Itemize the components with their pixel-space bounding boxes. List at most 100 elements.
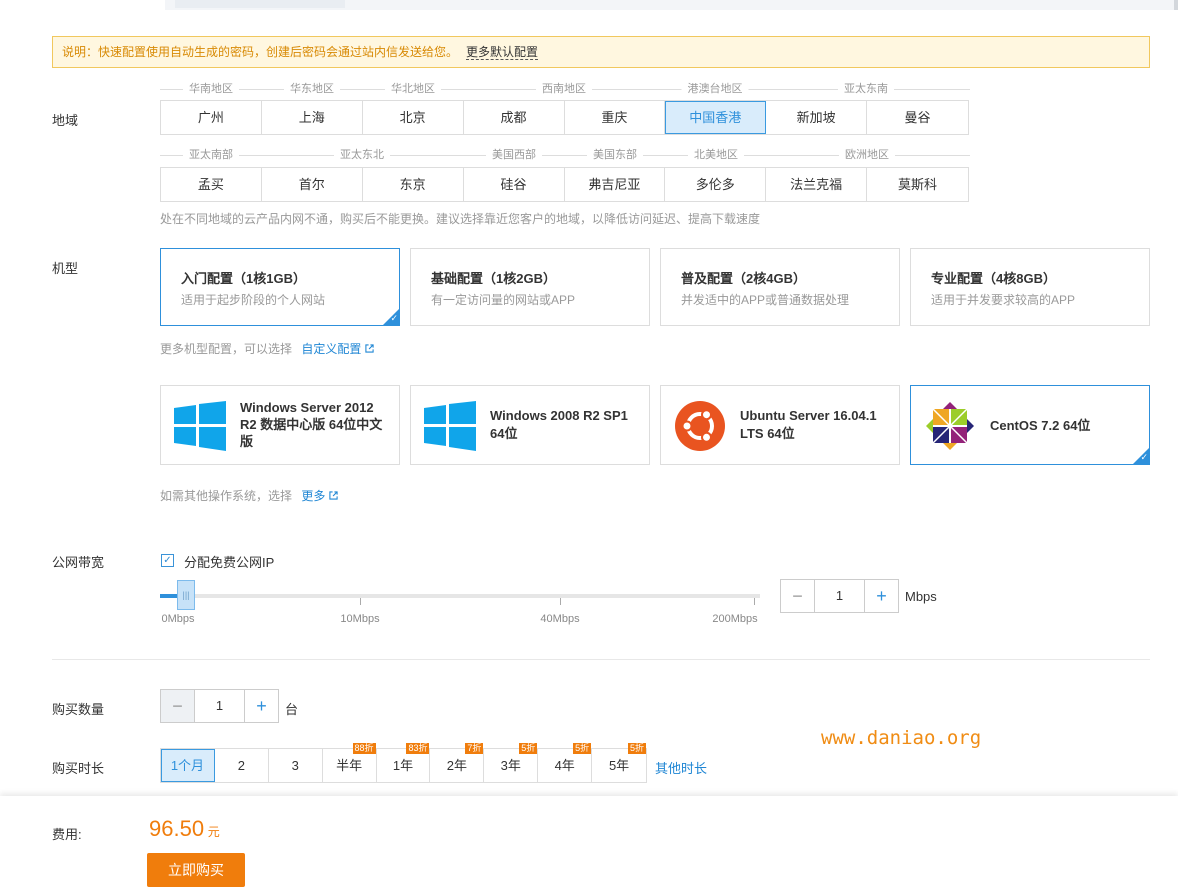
group-label: 华南地区 <box>183 82 239 96</box>
region-group-headers-row1: 华南地区 华东地区 华北地区 西南地区 港澳台地区 亚太东南 <box>160 82 970 96</box>
discount-badge: 5折 <box>573 743 592 754</box>
slider-tick-label: 200Mbps <box>712 613 758 625</box>
windows-logo-icon <box>174 401 226 451</box>
region-virginia[interactable]: 弗吉尼亚 <box>565 168 666 201</box>
duration-option-2[interactable]: 2 <box>215 749 269 782</box>
ubuntu-logo-icon <box>675 401 725 451</box>
duration-option-1-year[interactable]: 1年 83折 <box>377 743 431 782</box>
duration-option-3-year[interactable]: 3年 5折 <box>484 743 539 782</box>
duration-option-1-month[interactable]: 1个月 <box>161 749 215 782</box>
custom-config-link[interactable]: 自定义配置 <box>301 342 361 356</box>
region-hongkong[interactable]: 中国香港 <box>665 101 767 134</box>
group-label: 亚太东南 <box>838 82 894 96</box>
free-ip-checkbox[interactable]: ✓ <box>161 554 174 567</box>
duration-text: 5年 <box>608 758 630 773</box>
group-label: 华北地区 <box>385 82 441 96</box>
other-duration-link[interactable]: 其他时长 <box>655 758 707 777</box>
quantity-increment-button[interactable]: + <box>244 690 278 722</box>
price-value: 96.50 <box>149 816 205 841</box>
section-divider <box>52 659 1150 660</box>
bandwidth-increment-button[interactable]: + <box>864 580 898 612</box>
region-shanghai[interactable]: 上海 <box>262 101 363 134</box>
os-name-line2: 64位 <box>490 426 518 441</box>
os-card-centos[interactable]: CentOS 7.2 64位 <box>910 385 1150 465</box>
bandwidth-slider-handle[interactable]: ||| <box>177 580 195 610</box>
group-label: 亚太东北 <box>334 148 390 162</box>
discount-badge: 7折 <box>465 743 484 754</box>
bandwidth-value-input[interactable]: 1 <box>815 580 864 612</box>
region-toronto[interactable]: 多伦多 <box>665 168 767 201</box>
region-singapore[interactable]: 新加坡 <box>766 101 868 134</box>
bandwidth-decrement-button[interactable]: − <box>781 580 815 612</box>
duration-text: 1年 <box>392 758 414 773</box>
region-label: 地域 <box>52 113 79 128</box>
card-title: 专业配置（4核8GB） <box>931 271 1056 286</box>
os-card-windows-2008[interactable]: Windows 2008 R2 SP1 64位 <box>410 385 650 465</box>
region-moscow[interactable]: 莫斯科 <box>867 168 968 201</box>
machine-hint: 更多机型配置，可以选择 自定义配置 <box>160 340 374 357</box>
quantity-decrement-button[interactable]: − <box>161 690 195 722</box>
duration-text: 2 <box>237 758 245 773</box>
more-os-link[interactable]: 更多 <box>301 489 325 503</box>
duration-label: 购买时长 <box>52 761 105 776</box>
group-label: 欧洲地区 <box>839 148 895 162</box>
region-grid-row1: 广州 上海 北京 成都 重庆 中国香港 新加坡 曼谷 <box>160 100 969 135</box>
centos-logo-icon <box>926 402 974 450</box>
order-footer: 费用: 96.50 元 立即购买 <box>0 796 1178 891</box>
card-title: 普及配置（2核4GB） <box>681 271 806 286</box>
bandwidth-unit: Mbps <box>905 589 937 604</box>
card-desc: 并发适中的APP或普通数据处理 <box>681 293 850 307</box>
selected-check-icon <box>383 309 399 325</box>
region-silicon-valley[interactable]: 硅谷 <box>464 168 565 201</box>
group-label: 西南地区 <box>536 82 592 96</box>
more-default-config-link[interactable]: 更多默认配置 <box>466 45 539 60</box>
os-card-ubuntu[interactable]: Ubuntu Server 16.04.1 LTS 64位 <box>660 385 900 465</box>
bandwidth-label: 公网带宽 <box>52 555 105 570</box>
region-grid-row2: 孟买 首尔 东京 硅谷 弗吉尼亚 多伦多 法兰克福 莫斯科 <box>160 167 969 202</box>
machine-hint-text: 更多机型配置，可以选择 <box>160 342 293 356</box>
notice-bar: 说明：快速配置使用自动生成的密码，创建后密码会通过站内信发送给您。 更多默认配置 <box>52 36 1150 68</box>
os-name-line1: CentOS 7.2 64位 <box>990 418 1091 433</box>
discount-badge: 83折 <box>406 743 430 754</box>
region-seoul[interactable]: 首尔 <box>262 168 363 201</box>
machine-card-basic[interactable]: 基础配置（1核2GB） 有一定访问量的网站或APP <box>410 248 650 326</box>
region-beijing[interactable]: 北京 <box>363 101 464 134</box>
bandwidth-slider-track[interactable] <box>160 594 760 598</box>
machine-card-pro[interactable]: 专业配置（4核8GB） 适用于并发要求较高的APP <box>910 248 1150 326</box>
os-name-line1: Windows Server 2012 <box>240 400 374 415</box>
slider-tick-label: 10Mbps <box>340 613 380 625</box>
duration-option-2-year[interactable]: 2年 7折 <box>430 743 485 782</box>
region-tokyo[interactable]: 东京 <box>363 168 464 201</box>
region-chongqing[interactable]: 重庆 <box>565 101 666 134</box>
group-label: 华东地区 <box>284 82 340 96</box>
card-title: 入门配置（1核1GB） <box>181 271 306 286</box>
slider-tick <box>360 598 361 605</box>
region-bangkok[interactable]: 曼谷 <box>867 101 968 134</box>
region-chengdu[interactable]: 成都 <box>464 101 565 134</box>
quantity-label: 购买数量 <box>52 702 105 717</box>
region-mumbai[interactable]: 孟买 <box>161 168 262 201</box>
region-hint: 处在不同地域的云产品内网不通，购买后不能更换。建议选择靠近您客户的地域，以降低访… <box>160 212 761 226</box>
slider-tick-label: 0Mbps <box>161 613 195 625</box>
scrollbar[interactable] <box>1174 0 1178 10</box>
quantity-value-input[interactable]: 1 <box>195 690 244 722</box>
machine-card-standard[interactable]: 普及配置（2核4GB） 并发适中的APP或普通数据处理 <box>660 248 900 326</box>
machine-card-entry[interactable]: 入门配置（1核1GB） 适用于起步阶段的个人网站 <box>160 248 400 326</box>
discount-badge: 88折 <box>352 743 376 754</box>
external-link-icon <box>365 344 374 353</box>
duration-option-half-year[interactable]: 半年 88折 <box>323 743 377 782</box>
duration-option-4-year[interactable]: 4年 5折 <box>538 743 593 782</box>
os-card-windows-2012[interactable]: Windows Server 2012 R2 数据中心版 64位中文 版 <box>160 385 400 465</box>
duration-option-5-year[interactable]: 5年 5折 <box>592 743 647 782</box>
duration-text: 4年 <box>554 758 575 773</box>
price-unit: 元 <box>207 825 220 839</box>
region-guangzhou[interactable]: 广州 <box>161 101 262 134</box>
group-label: 亚太南部 <box>183 148 239 162</box>
buy-now-button[interactable]: 立即购买 <box>147 853 245 887</box>
os-name-line2: R2 数据中心版 64位中文 <box>240 417 383 432</box>
price-display: 96.50 元 <box>149 816 220 842</box>
region-frankfurt[interactable]: 法兰克福 <box>766 168 868 201</box>
duration-option-3[interactable]: 3 <box>269 749 323 782</box>
duration-text: 3 <box>291 758 299 773</box>
group-label: 美国西部 <box>486 148 542 162</box>
